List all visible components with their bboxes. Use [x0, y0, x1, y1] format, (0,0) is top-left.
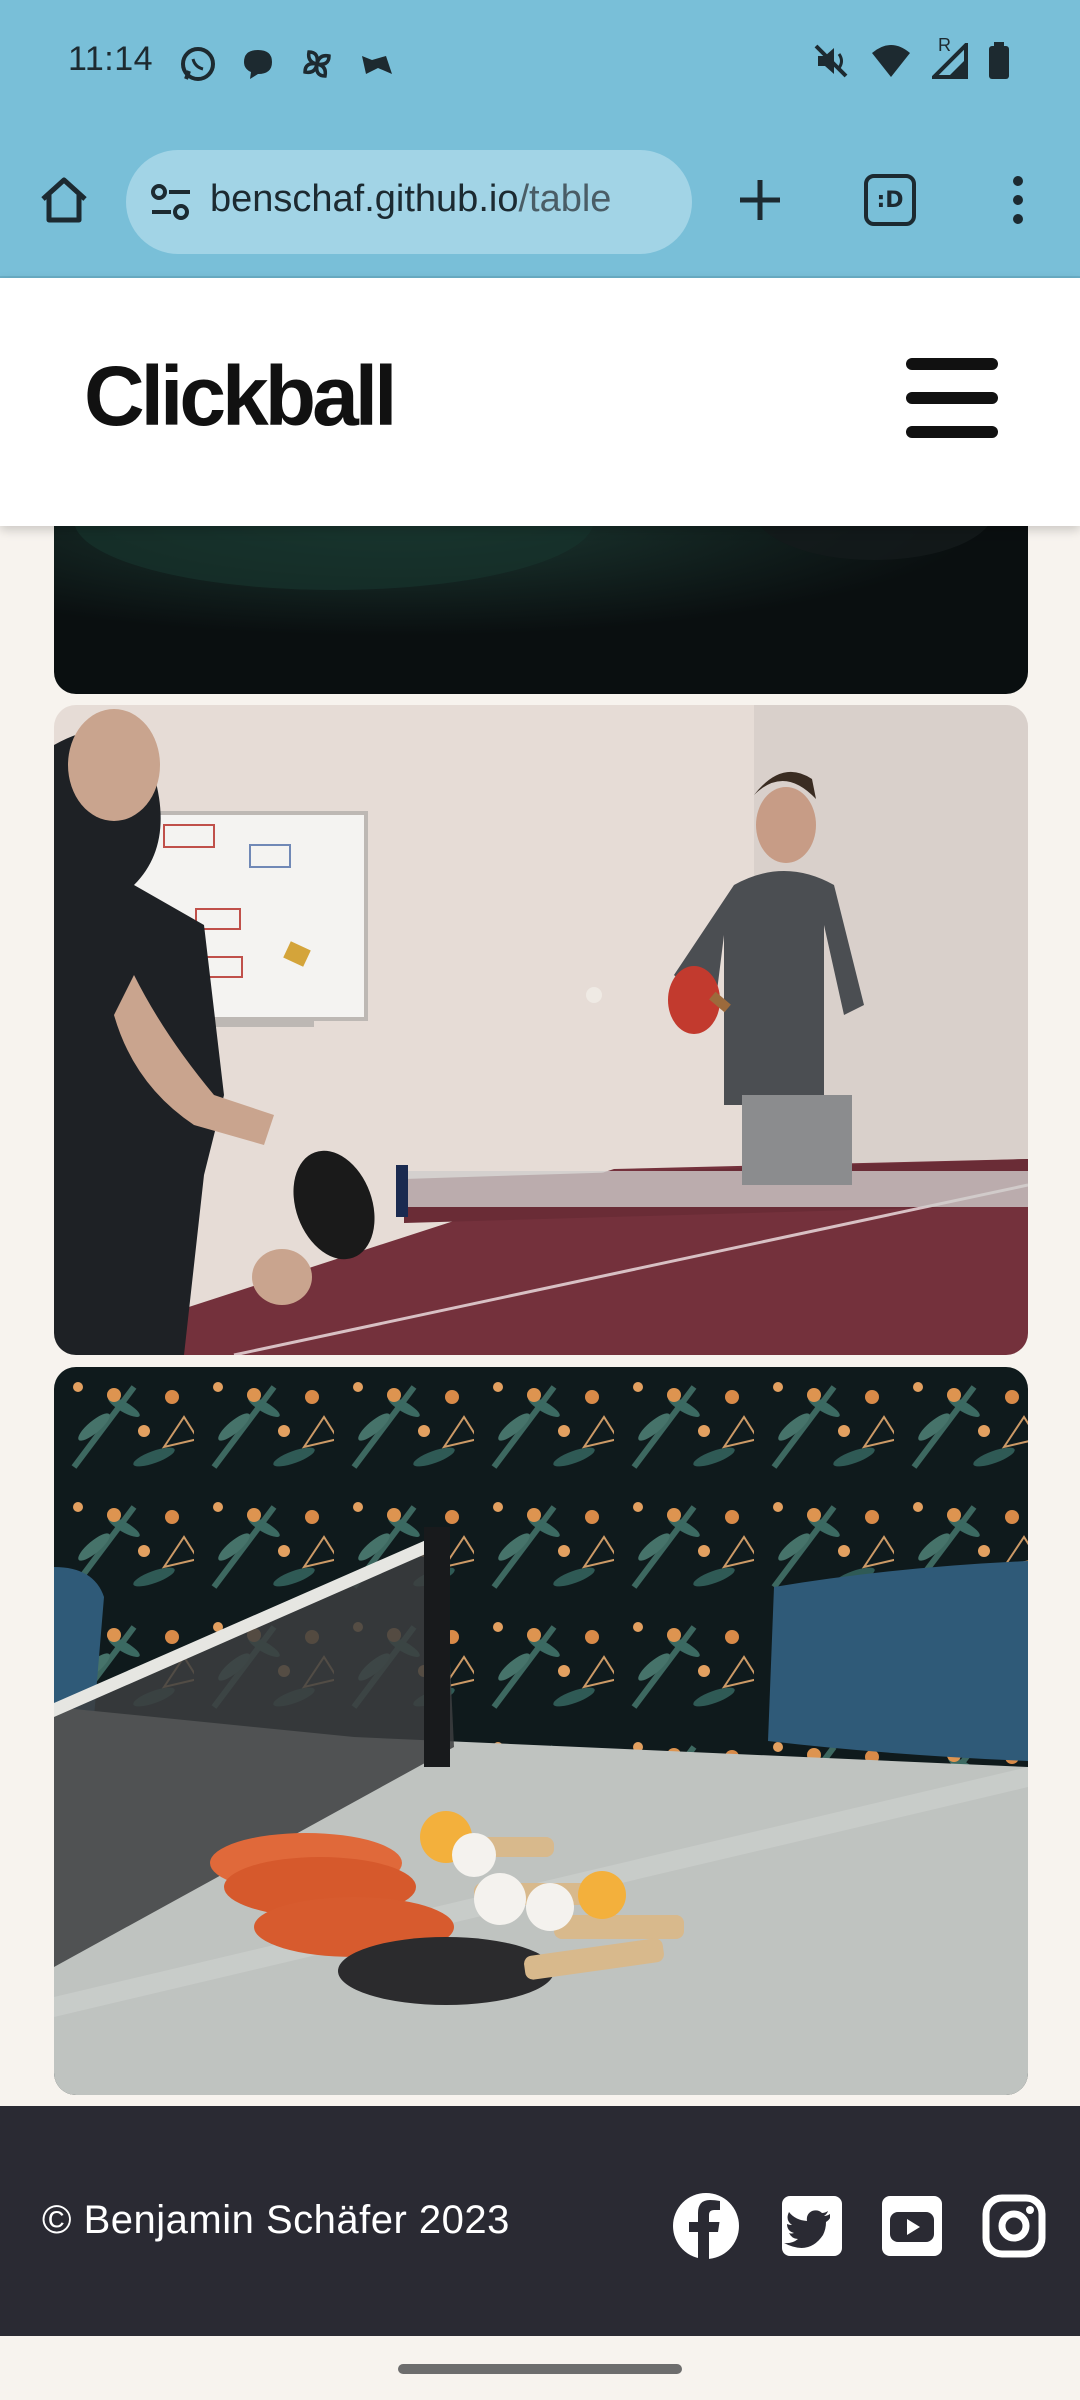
hamburger-menu-button[interactable]: [906, 358, 998, 438]
system-navigation-bar: [0, 2336, 1080, 2400]
twitter-icon[interactable]: [778, 2192, 846, 2260]
status-bar: 11:14 R: [0, 0, 1080, 130]
hamburger-bar: [906, 426, 998, 438]
hamburger-bar: [906, 392, 998, 404]
signal-roaming-icon: R: [929, 35, 968, 79]
url-domain: benschaf.github.io: [210, 178, 519, 220]
roaming-indicator: R: [938, 35, 951, 55]
system-icons: R: [812, 35, 1010, 80]
home-button[interactable]: [36, 172, 92, 228]
site-settings-icon[interactable]: [148, 180, 194, 226]
office-ping-pong-photo: [54, 705, 1028, 1355]
tab-switcher-button[interactable]: :D: [864, 174, 916, 226]
browser-toolbar: benschaf.github.io/table :D: [0, 130, 1080, 278]
mute-icon: [814, 44, 848, 78]
site-logo[interactable]: Clickball: [84, 348, 397, 445]
url-text[interactable]: benschaf.github.io/table: [210, 178, 680, 221]
paddles-on-table-photo: [54, 1367, 1028, 2095]
home-gesture-handle[interactable]: [398, 2364, 682, 2374]
site-footer: © Benjamin Schäfer 2023: [0, 2106, 1080, 2336]
paddles-balls-image: [54, 1367, 1028, 2095]
facebook-icon[interactable]: [672, 2192, 740, 2260]
chat-bubble-icon: [244, 50, 272, 79]
site-header: Clickball: [0, 278, 1080, 526]
notification-icons: [178, 44, 396, 84]
menu-dot: [1013, 195, 1023, 205]
whatsapp-icon: [181, 47, 215, 81]
hamburger-bar: [906, 358, 998, 370]
address-bar[interactable]: benschaf.github.io/table: [126, 150, 692, 254]
pinwheel-icon: [303, 50, 331, 78]
menu-dot: [1013, 176, 1023, 186]
youtube-icon[interactable]: [878, 2192, 946, 2260]
dark-table-photo: [54, 500, 1028, 694]
screen: 11:14 R benschaf.github.io/table :D Clic…: [0, 0, 1080, 2400]
ping-pong-players-image: [54, 705, 1028, 1355]
browser-menu-button[interactable]: [1000, 170, 1036, 230]
wifi-icon: [872, 45, 910, 77]
menu-dot: [1013, 214, 1023, 224]
instagram-icon[interactable]: [980, 2192, 1048, 2260]
url-path: /table: [518, 178, 612, 220]
tab-switcher-label: :D: [876, 187, 904, 213]
bird-icon: [362, 56, 392, 74]
dark-table-image: [54, 500, 1028, 694]
status-time: 11:14: [68, 40, 154, 78]
copyright-text: © Benjamin Schäfer 2023: [42, 2198, 510, 2242]
new-tab-plus-icon[interactable]: [730, 170, 790, 230]
battery-icon: [989, 42, 1009, 79]
home-icon: [41, 177, 87, 223]
